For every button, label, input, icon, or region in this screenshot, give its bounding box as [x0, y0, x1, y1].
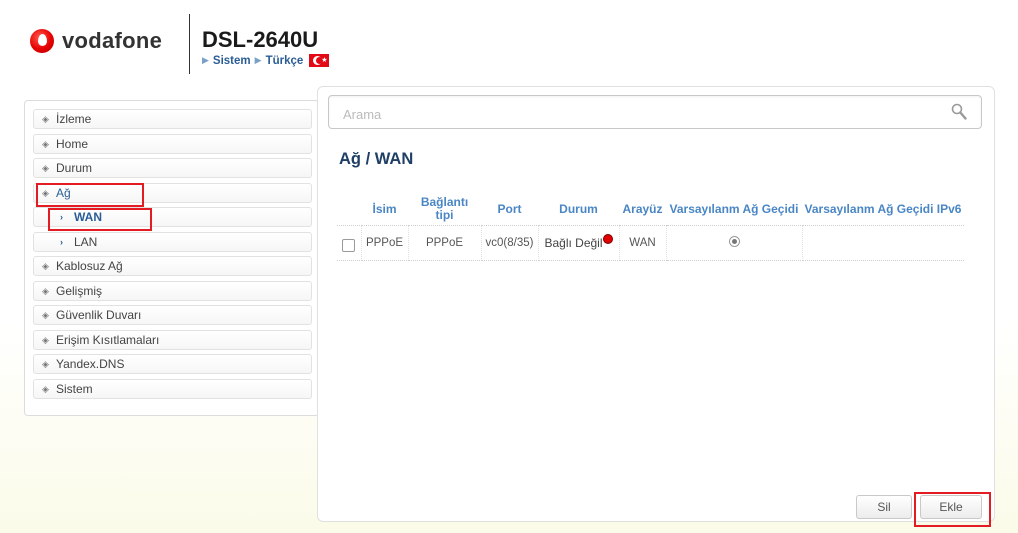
diamond-bullet-icon: ◈ [42, 261, 49, 271]
diamond-bullet-icon: ◈ [42, 310, 49, 320]
row-select-cell [337, 225, 362, 261]
delete-button[interactable]: Sil [856, 495, 912, 519]
sidebar-item-label: İzleme [56, 112, 92, 126]
sidebar-item-label: Erişim Kısıtlamaları [56, 332, 160, 347]
header-divider [189, 14, 190, 74]
cell-default-gateway [666, 225, 803, 261]
column-header-baglanti-tipi[interactable]: Bağlantı tipi [408, 193, 481, 226]
sidebar-item-label: Home [56, 136, 89, 151]
column-header-arayuz[interactable]: Arayüz [619, 193, 666, 226]
sidebar-item-label: Sistem [56, 381, 93, 396]
status-disconnected-icon [602, 234, 613, 244]
cell-interface: WAN [619, 225, 667, 261]
column-header-default-gateway-ipv6[interactable]: Varsayılanm Ağ Geçidi IPv6 [802, 193, 964, 226]
diamond-bullet-icon: ◈ [42, 334, 49, 345]
breadcrumb: ▶ Sistem ▶ Türkçe ★ [202, 54, 330, 67]
breadcrumb-sistem-link[interactable]: Sistem [213, 55, 251, 67]
sidebar-item-label: LAN [74, 234, 98, 249]
turkey-flag-icon[interactable]: ★ [309, 54, 330, 67]
diamond-bullet-icon: ◈ [42, 383, 49, 394]
diamond-bullet-icon: ◈ [42, 285, 49, 296]
sidebar-item-label: Güvenlik Duvarı [56, 308, 142, 322]
add-button-highlight-box [914, 492, 991, 527]
chevron-right-icon: › [60, 236, 63, 247]
sidebar-item-guvenlik-duvari[interactable]: ◈ Güvenlik Duvarı [33, 305, 312, 325]
sidebar-menu: ◈ İzleme ◈ Home ◈ Durum ◈ Ağ › WAN › LAN ◈ Kabl… [33, 109, 312, 403]
row-checkbox[interactable] [342, 239, 356, 252]
sidebar-item-gelismis[interactable]: ◈ Gelişmiş [33, 280, 312, 301]
column-header-durum[interactable]: Durum [538, 193, 619, 226]
search-input[interactable] [341, 103, 935, 125]
language-link[interactable]: Türkçe [266, 55, 304, 67]
diamond-bullet-icon: ◈ [42, 359, 49, 369]
sidebar-item-erisim-kisitlamalari[interactable]: ◈ Erişim Kısıtlamaları [33, 329, 312, 350]
search-box [328, 95, 982, 129]
sidebar-item-kablosuz-ag[interactable]: ◈ Kablosuz Ağ [33, 256, 312, 276]
cell-port: vc0(8/35) [481, 225, 539, 261]
sidebar-item-sistem[interactable]: ◈ Sistem [33, 378, 312, 399]
cell-connection-type: PPPoE [408, 225, 482, 261]
page-title: Ağ / WAN [339, 150, 414, 168]
diamond-bullet-icon: ◈ [42, 114, 49, 124]
table-row[interactable]: PPPoE PPPoE vc0(8/35) Bağlı Değil WAN [337, 225, 964, 261]
default-gateway-radio[interactable] [728, 236, 740, 247]
sidebar-item-durum[interactable]: ◈ Durum [33, 158, 312, 178]
sidebar-item-izleme[interactable]: ◈ İzleme [33, 109, 312, 129]
status-text: Bağlı Değil [544, 236, 603, 250]
cell-name: PPPoE [361, 225, 409, 261]
diamond-bullet-icon: ◈ [42, 138, 49, 149]
vodafone-logo: vodafone [30, 28, 162, 54]
diamond-bullet-icon: ◈ [42, 163, 49, 173]
sidebar: ◈ İzleme ◈ Home ◈ Durum ◈ Ağ › WAN › LAN ◈ Kabl… [24, 100, 319, 416]
wan-highlight-box [48, 208, 152, 231]
sidebar-item-label: Kablosuz Ağ [56, 259, 123, 273]
sidebar-item-label: Gelişmiş [56, 283, 103, 298]
sidebar-item-lan[interactable]: › LAN [33, 231, 312, 252]
column-header-isim[interactable]: İsim [361, 193, 408, 226]
cell-status: Bağlı Değil [538, 225, 620, 261]
breadcrumb-arrow-icon: ▶ [202, 55, 209, 65]
column-header-default-gateway[interactable]: Varsayılanm Ağ Geçidi [666, 193, 802, 226]
wan-connections-table: İsim Bağlantı tipi Port Durum Arayüz Vars… [337, 193, 964, 261]
vodafone-speechmark-icon [30, 29, 54, 53]
sidebar-item-label: Yandex.DNS [56, 357, 125, 371]
brand-name: vodafone [62, 28, 163, 53]
sidebar-item-home[interactable]: ◈ Home [33, 133, 312, 154]
select-column-header [337, 193, 361, 226]
sidebar-item-yandex-dns[interactable]: ◈ Yandex.DNS [33, 354, 312, 374]
content-panel [317, 86, 995, 522]
sidebar-item-label: Durum [56, 161, 93, 175]
table-header-row: İsim Bağlantı tipi Port Durum Arayüz Vars… [337, 193, 964, 226]
cell-default-gateway-ipv6 [802, 225, 964, 261]
search-icon[interactable] [951, 103, 967, 121]
column-header-port[interactable]: Port [481, 193, 538, 226]
device-model-title: DSL-2640U [202, 27, 319, 52]
breadcrumb-arrow-icon: ▶ [254, 55, 262, 65]
ag-highlight-box [36, 183, 144, 207]
